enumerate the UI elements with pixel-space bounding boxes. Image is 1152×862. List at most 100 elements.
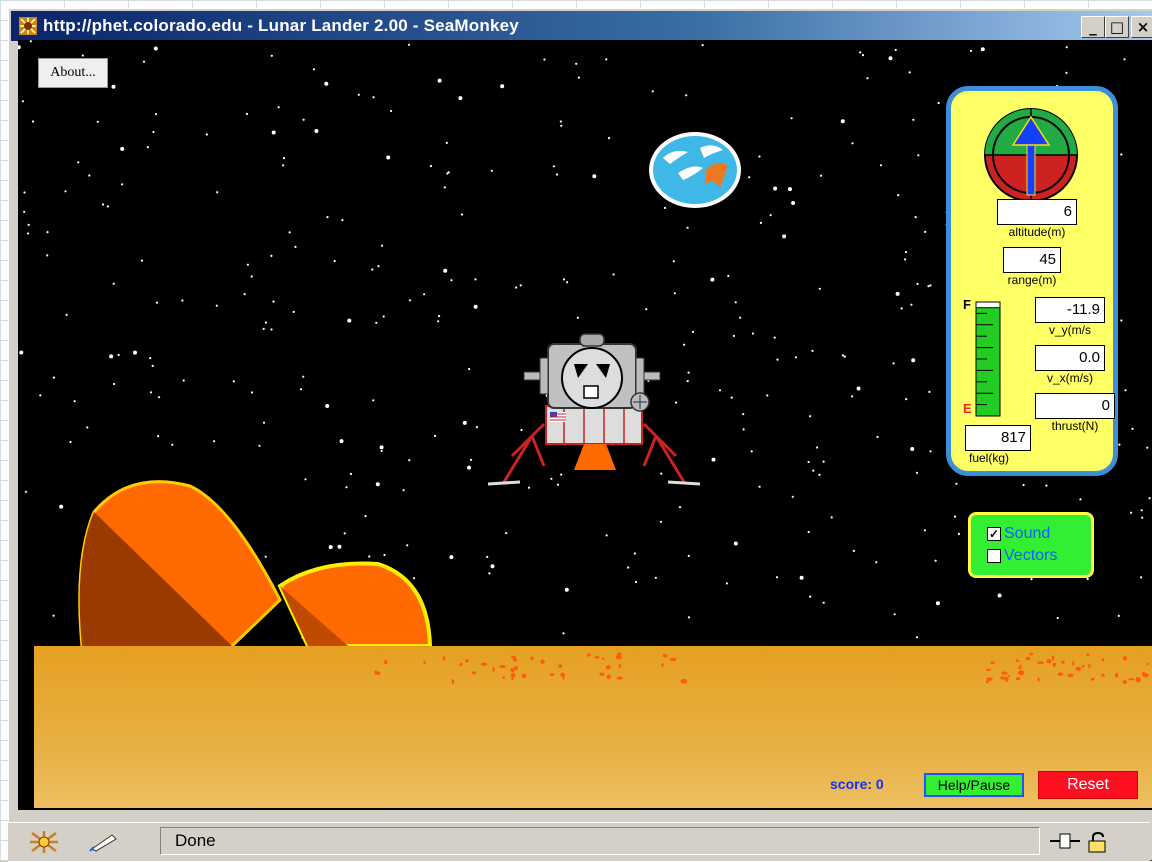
- star: [1123, 58, 1126, 61]
- star: [730, 396, 733, 399]
- star: [812, 469, 815, 472]
- star: [1120, 319, 1123, 322]
- options-panel: ✓ Sound Vectors: [968, 512, 1094, 578]
- star: [1117, 614, 1120, 618]
- star: [555, 173, 559, 176]
- star: [893, 613, 896, 616]
- online-connection-icon[interactable]: [1050, 831, 1080, 851]
- star: [612, 273, 615, 276]
- star: [910, 447, 915, 451]
- help-pause-button[interactable]: Help/Pause: [924, 773, 1024, 797]
- pebble: [1143, 673, 1149, 678]
- star: [1022, 483, 1025, 487]
- star: [830, 516, 833, 519]
- star: [758, 485, 761, 488]
- star: [875, 561, 878, 564]
- star: [905, 398, 908, 401]
- range-label: range(m): [1007, 273, 1057, 287]
- star: [1030, 578, 1033, 581]
- star: [474, 278, 477, 281]
- seamonkey-component-icon[interactable]: [30, 831, 58, 853]
- sound-checkbox[interactable]: ✓: [987, 527, 1001, 541]
- star: [725, 582, 729, 585]
- star: [955, 482, 958, 485]
- star: [894, 48, 897, 52]
- vectors-option[interactable]: Vectors: [987, 547, 1057, 565]
- star: [562, 278, 566, 281]
- thrust-readout: 0: [1035, 393, 1115, 419]
- star: [924, 230, 927, 233]
- composer-pen-icon[interactable]: [88, 831, 118, 853]
- star: [475, 426, 478, 429]
- pebble: [1037, 677, 1040, 682]
- star: [879, 164, 883, 167]
- maximize-button[interactable]: □: [1105, 16, 1129, 38]
- star: [904, 258, 907, 261]
- fuel-empty-mark: E: [963, 401, 972, 416]
- pebble: [1001, 671, 1008, 675]
- star: [605, 534, 608, 537]
- star: [775, 576, 779, 579]
- star: [866, 77, 869, 80]
- star: [1045, 484, 1048, 487]
- fuel-gauge-fill: [975, 307, 1001, 417]
- title-bar[interactable]: http://phet.colorado.edu - Lunar Lander …: [11, 11, 1152, 41]
- security-lock-icon[interactable]: [1086, 831, 1110, 853]
- star: [659, 520, 663, 523]
- star: [807, 460, 810, 464]
- star: [701, 44, 704, 47]
- star: [672, 260, 675, 263]
- pebble: [1015, 677, 1021, 681]
- star: [769, 214, 772, 217]
- sound-option[interactable]: ✓ Sound: [987, 525, 1050, 543]
- star: [470, 458, 473, 461]
- instrument-panel: 6 altitude(m) 45 range(m) F E -11.9 v_y(…: [946, 86, 1118, 476]
- lunar-lander[interactable]: [484, 306, 704, 506]
- star: [592, 174, 597, 179]
- pebble: [530, 656, 534, 660]
- pebble: [1019, 664, 1022, 670]
- fuel-full-mark: F: [963, 297, 971, 312]
- star: [1086, 577, 1089, 581]
- star: [654, 576, 657, 579]
- pebble: [492, 667, 495, 672]
- pebble: [540, 659, 545, 664]
- star: [953, 515, 957, 518]
- pebble: [1029, 652, 1034, 656]
- pebble: [586, 653, 592, 657]
- pebble: [376, 671, 381, 676]
- thrust-label: thrust(N): [1051, 419, 1099, 433]
- star: [822, 601, 825, 604]
- pebble: [480, 662, 488, 666]
- star: [915, 636, 919, 639]
- pebble: [1075, 666, 1082, 671]
- star: [627, 566, 630, 569]
- star: [543, 58, 546, 61]
- star: [816, 446, 819, 449]
- star: [840, 119, 845, 124]
- pebble: [1114, 672, 1119, 678]
- close-button[interactable]: ×: [1131, 16, 1152, 38]
- pebble: [605, 665, 611, 670]
- pebble: [1015, 659, 1020, 662]
- lunar-lander-sim[interactable]: About... 6 altitude(m) 45 range(m) F E -…: [18, 40, 1152, 810]
- star: [818, 287, 821, 290]
- pebble: [442, 656, 446, 661]
- fuel-gauge: [975, 301, 1001, 417]
- reset-button[interactable]: Reset: [1038, 771, 1138, 799]
- pebble: [510, 667, 515, 673]
- star: [1124, 389, 1127, 392]
- star: [888, 56, 893, 61]
- pebble: [1090, 677, 1095, 681]
- pebble: [616, 676, 623, 680]
- star: [607, 137, 611, 140]
- star: [794, 356, 798, 359]
- vectors-checkbox[interactable]: [987, 549, 1001, 563]
- star: [859, 51, 862, 54]
- star: [861, 54, 865, 57]
- minimize-button[interactable]: _: [1081, 16, 1105, 38]
- pebble: [384, 659, 388, 665]
- star: [634, 580, 638, 584]
- pebble: [594, 655, 600, 659]
- pebble: [499, 665, 506, 669]
